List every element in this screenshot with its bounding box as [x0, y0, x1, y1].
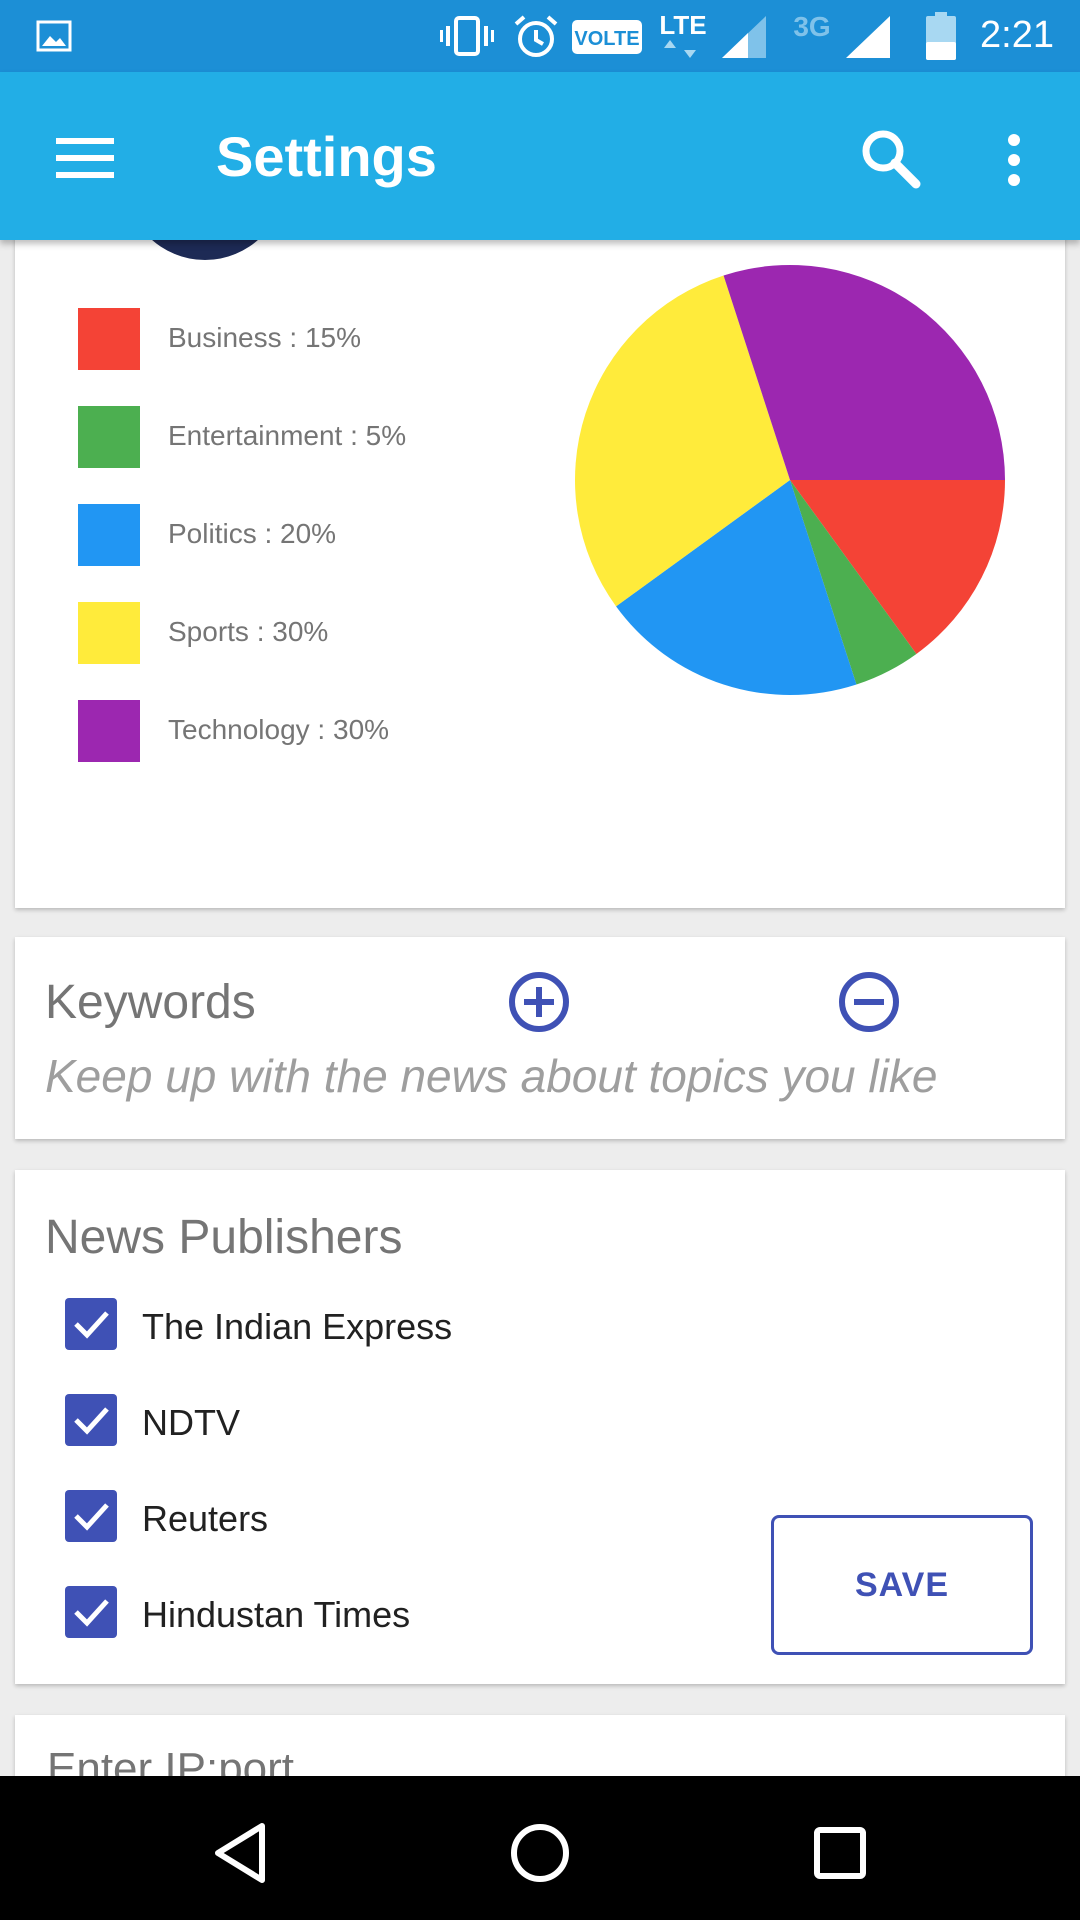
publishers-title: News Publishers — [45, 1211, 403, 1264]
signal-icon — [722, 14, 768, 65]
category-chart-card: Business : 15% Entertainment : 5% Politics… — [15, 240, 1065, 908]
legend-swatch — [78, 504, 140, 566]
ip-port-card — [15, 1715, 1065, 1776]
news-publishers-card: News Publishers The Indian Express NDTV … — [15, 1170, 1065, 1684]
volte-icon: VOLTE — [572, 20, 642, 59]
settings-content[interactable]: Business : 15% Entertainment : 5% Politics… — [0, 240, 1080, 1776]
image-icon — [36, 18, 72, 59]
legend-label: Business : 15% — [168, 322, 361, 353]
search-icon[interactable] — [858, 126, 922, 190]
navigation-bar — [0, 1776, 1080, 1920]
lte-icon: LTE — [656, 8, 710, 69]
legend-swatch — [78, 602, 140, 664]
checkbox-checked-icon[interactable] — [65, 1394, 117, 1446]
checkbox-checked-icon[interactable] — [65, 1298, 117, 1350]
ip-port-input[interactable] — [45, 1743, 949, 1776]
svg-text:3G: 3G — [793, 11, 830, 42]
remove-circle-icon[interactable] — [838, 971, 900, 1033]
keywords-card: Keywords Keep up with the news about top… — [15, 937, 1065, 1139]
alarm-icon — [512, 12, 560, 65]
keywords-subtitle: Keep up with the news about topics you l… — [45, 1050, 938, 1102]
recents-icon[interactable] — [805, 1818, 875, 1888]
pie-chart — [575, 265, 1005, 695]
legend-swatch — [78, 406, 140, 468]
svg-text:VOLTE: VOLTE — [574, 28, 639, 50]
more-vert-icon[interactable] — [996, 132, 1032, 188]
signal-3g-icon: 3G — [786, 8, 896, 69]
battery-icon — [926, 12, 956, 65]
checkbox-checked-icon[interactable] — [65, 1490, 117, 1542]
svg-text:LTE: LTE — [659, 10, 706, 40]
home-icon[interactable] — [505, 1818, 575, 1888]
page-title: Settings — [216, 125, 437, 188]
legend-label: Politics : 20% — [168, 518, 337, 549]
keywords-title: Keywords — [45, 976, 256, 1029]
legend-label: Entertainment : 5% — [168, 420, 407, 451]
vibrate-icon — [440, 14, 494, 63]
publisher-label: NDTV — [142, 1402, 240, 1443]
avatar — [125, 240, 285, 260]
legend-swatch — [78, 700, 140, 762]
back-icon[interactable] — [206, 1818, 276, 1888]
save-button[interactable]: SAVE — [771, 1515, 1033, 1655]
status-time: 2:21 — [980, 14, 1054, 56]
checkbox-checked-icon[interactable] — [65, 1586, 117, 1638]
menu-icon[interactable] — [56, 136, 114, 180]
legend-label: Technology : 30% — [168, 714, 390, 745]
status-bar: VOLTE LTE 3G 2:21 — [0, 0, 1080, 72]
publisher-label: The Indian Express — [142, 1306, 453, 1347]
legend-swatch — [78, 308, 140, 370]
publisher-label: Reuters — [142, 1498, 269, 1539]
app-bar: Settings — [0, 72, 1080, 240]
publisher-label: Hindustan Times — [142, 1594, 411, 1635]
legend-label: Sports : 30% — [168, 616, 329, 647]
add-circle-icon[interactable] — [508, 971, 570, 1033]
